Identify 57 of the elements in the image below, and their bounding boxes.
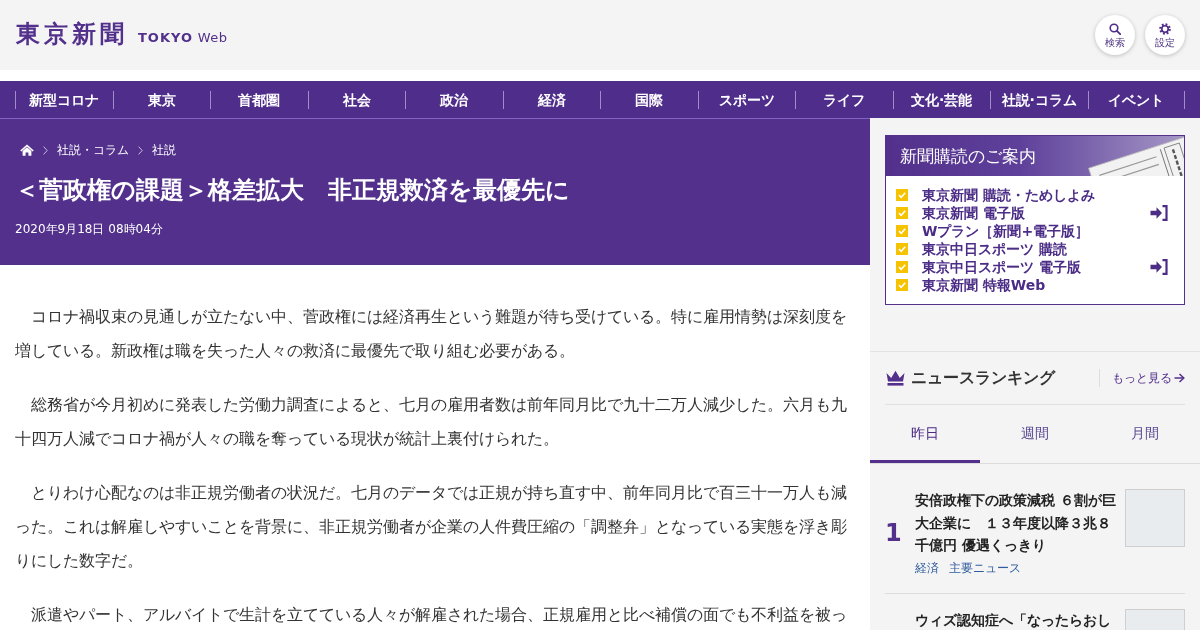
nav-link[interactable]: 東京 [112,90,210,109]
article-title: ＜菅政権の課題＞格差拡大 非正規救済を最優先に [15,175,571,206]
check-icon [896,279,908,291]
sign-in-icon[interactable] [1150,205,1168,221]
subscribe-link[interactable]: 東京新聞 特報Web [922,276,1046,294]
ranking-heading: ニュースランキング [911,367,1055,389]
arrow-right-icon [1174,373,1185,383]
subscribe-link[interactable]: 東京中日スポーツ 電子版 [922,258,1081,276]
ranking-article-link[interactable]: 安倍政権下の政策減税 ６割が巨大企業に １３年度以降３兆８千億円 優遇くっきり [915,489,1117,557]
chevron-icon [43,145,48,155]
home-icon[interactable] [20,144,34,156]
article-paragraph: とりわけ心配なのは非正規労働者の状況だ。七月のデータでは正規が持ち直す中、前年同月比で百三十一万人も減った。これは解雇しやすいことを背景に、非正規労働者が企業の人件費圧縮の「調整弁」となっている実態を浮き彫りにした数字だ。 [15,482,848,572]
nav-link[interactable]: 社説·コラム [990,90,1088,109]
thumbnail-placeholder[interactable] [1125,489,1185,547]
article-paragraph: 派遣やパート、アルバイトで生計を立てている人々が解雇された場合、正規雇用と比べ補償の面でも不利益を被っ [30,604,848,627]
subscribe-link[interactable]: 東京中日スポーツ 購読 [922,240,1067,258]
nav-link[interactable]: イベント [1087,90,1185,109]
ranking-tab[interactable]: 月間 [1090,405,1200,463]
publish-date: 2020年9月18日 08時04分 [15,221,164,237]
nav-link[interactable]: 経済 [502,90,600,109]
settings-icon [1159,22,1171,35]
check-icon [896,189,908,201]
panel-title: 新聞購読のご案内 [900,145,1036,168]
rank-number: 1 [885,517,903,548]
breadcrumb-link[interactable]: 社説・コラム [57,143,129,157]
sign-in-icon[interactable] [1150,259,1168,275]
search-button[interactable]: 検索 [1095,15,1135,55]
article-paragraph: 総務省が今月初めに発表した労働力調査によると、七月の雇用者数は前年同月比で九十二万人減少した。六月も九十四万人減でコロナ禍が人々の職を奪っている現状が統計上裏付けられた。 [15,394,848,450]
nav-link[interactable]: 社会 [307,90,405,109]
crown-icon [886,370,905,386]
settings-button[interactable]: 設定 [1145,15,1185,55]
subscribe-link[interactable]: 東京新聞 電子版 [922,204,1025,222]
nav-link[interactable]: 首都圏 [210,90,308,109]
category-link[interactable]: 経済 [915,558,939,577]
nav-link[interactable]: スポーツ [697,90,795,109]
ranking-tab[interactable]: 週間 [980,405,1090,463]
ranking-tab[interactable]: 昨日 [870,405,980,463]
nav-link[interactable]: 文化·芸能 [892,90,990,109]
nav-link[interactable]: 新型コロナ [15,90,113,109]
ranking-article-link[interactable]: ウィズ認知症へ「なったらおし [915,608,1117,630]
nav-link[interactable]: 政治 [405,90,503,109]
subscribe-link[interactable]: 東京新聞 購読・ためしよみ [922,186,1095,204]
subscribe-link[interactable]: Wプラン［新聞+電子版］ [922,222,1090,240]
breadcrumb-link[interactable]: 社説 [152,143,176,157]
chevron-icon [138,145,143,155]
search-icon [1109,22,1121,35]
more-link[interactable]: もっと見る [1099,369,1185,387]
check-icon [896,261,908,273]
category-link[interactable]: 主要ニュース [949,558,1021,577]
nav-link[interactable]: ライフ [795,90,893,109]
check-icon [896,243,908,255]
check-icon [896,225,908,237]
logo-subtitle: TOKYO Web [138,30,228,45]
article-paragraph: コロナ禍収束の見通しが立たない中、菅政権には経済再生という難題が待ち受けている。特に雇用情勢は深刻度を増している。新政権は職を失った人々の救済に最優先で取り組む必要がある。 [15,306,848,362]
check-icon [896,207,908,219]
logo[interactable]: 東京新聞 [16,18,128,50]
nav-link[interactable]: 国際 [600,90,698,109]
